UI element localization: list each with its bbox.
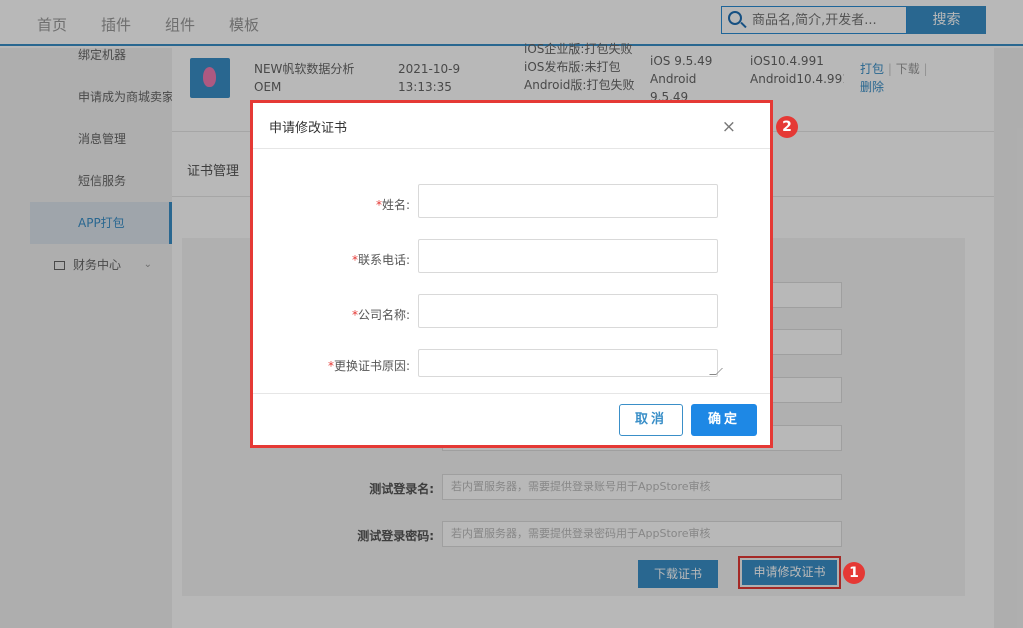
phone-label-text: 联系电话: bbox=[357, 253, 410, 267]
name-field[interactable] bbox=[418, 184, 718, 218]
cancel-button[interactable]: 取消 bbox=[619, 404, 683, 436]
phone-field[interactable] bbox=[418, 239, 718, 273]
name-label: *姓名: bbox=[250, 196, 410, 213]
company-label: *公司名称: bbox=[250, 306, 410, 323]
dialog-title: 申请修改证书 bbox=[269, 121, 348, 136]
close-icon[interactable]: × bbox=[722, 117, 736, 137]
dialog-footer-divider bbox=[253, 393, 770, 394]
phone-label: *联系电话: bbox=[250, 251, 410, 268]
name-label-text: 姓名: bbox=[381, 198, 410, 212]
step-badge-1: 1 bbox=[843, 562, 865, 584]
reason-label-text: 更换证书原因: bbox=[333, 359, 410, 373]
apply-cert-dialog: 申请修改证书 × *姓名: *联系电话: *公司名称: *更换证书原因: 取消 … bbox=[250, 100, 773, 448]
company-field[interactable] bbox=[418, 294, 718, 328]
company-label-text: 公司名称: bbox=[357, 308, 410, 322]
resize-handle-icon[interactable] bbox=[709, 368, 723, 375]
step-badge-2: 2 bbox=[776, 116, 798, 138]
reason-textarea[interactable] bbox=[418, 349, 723, 377]
dialog-header: 申请修改证书 × bbox=[253, 103, 770, 149]
confirm-button[interactable]: 确定 bbox=[691, 404, 757, 436]
reason-label: *更换证书原因: bbox=[250, 357, 410, 374]
